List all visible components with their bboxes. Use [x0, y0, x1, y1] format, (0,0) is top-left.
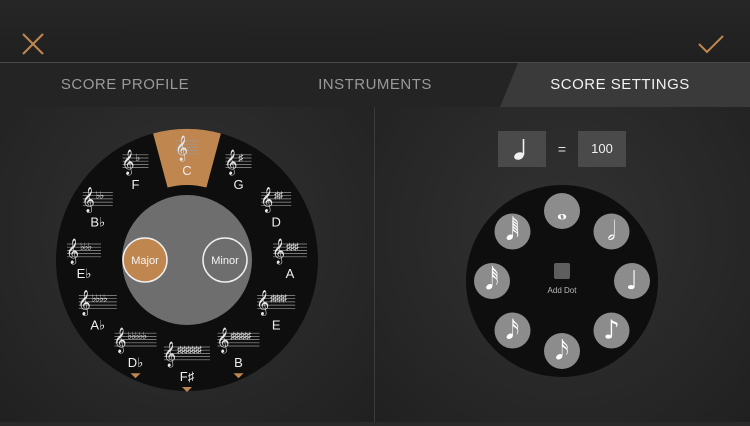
note-option[interactable]: 𝅝	[544, 193, 580, 229]
sixty-fourth-note-icon: 𝅘𝅥𝅱	[506, 216, 520, 247]
treble-clef-icon: 𝄞	[114, 327, 127, 353]
accidentals: ♭♭♭♭♭	[128, 331, 147, 342]
whole-note-icon: 𝅝	[557, 196, 567, 226]
major-label: Major	[131, 255, 159, 267]
sixteenth-note-icon: 𝅘𝅥𝅯	[555, 336, 569, 366]
key-label: B♭	[90, 215, 105, 230]
key-label: C	[182, 163, 191, 178]
key-label: D♭	[128, 355, 144, 370]
checkmark-icon[interactable]	[697, 33, 725, 55]
tab-bar: SCORE PROFILE INSTRUMENTS SCORE SETTINGS	[0, 62, 750, 108]
note-option[interactable]: 𝅘𝅥𝅯	[544, 333, 580, 369]
treble-clef-icon: 𝄞	[78, 290, 91, 316]
accidentals: ♯♯♯	[286, 242, 299, 253]
tab-score-profile[interactable]: SCORE PROFILE	[20, 63, 230, 107]
key-label: F	[132, 177, 140, 192]
add-dot-label: Add Dot	[548, 286, 578, 295]
accidentals: ♭♭	[96, 191, 104, 202]
key-label: A♭	[90, 318, 105, 333]
minor-label: Minor	[211, 255, 239, 267]
note-option[interactable]: 𝅗𝅥	[593, 213, 630, 250]
note-option[interactable]: 𝅘𝅥𝅱	[494, 213, 531, 250]
top-bar	[0, 0, 750, 62]
accidentals: ♯♯♯♯♯♯	[177, 345, 202, 356]
note-value-wheel: 𝅝 𝅗𝅥 ♩♪ 𝅘𝅥𝅯 𝅘𝅥𝅯 𝅘𝅥𝅰 𝅘𝅥𝅱 Add Dot	[466, 185, 658, 377]
treble-clef-icon: 𝄞	[175, 135, 188, 161]
quarter-note-icon: ♩	[626, 266, 638, 296]
accidentals: ♯♯	[274, 191, 283, 202]
sixteenth-note-icon: 𝅘𝅥𝅯	[506, 315, 520, 345]
treble-clef-icon: 𝄞	[256, 290, 269, 316]
tempo-panel: = 100 𝅝 𝅗𝅥 ♩ ♪ 𝅘𝅥𝅯 𝅘𝅥𝅯 𝅘𝅥𝅰 𝅘𝅥𝅱 Add Dot	[375, 107, 750, 422]
note-option[interactable]: 𝅘𝅥𝅰	[474, 263, 510, 299]
key-label: D	[272, 215, 281, 230]
key-label: A	[286, 266, 295, 281]
accidentals: ♯♯♯♯♯	[231, 331, 252, 342]
treble-clef-icon: 𝄞	[217, 327, 230, 353]
accidentals: ♭	[136, 153, 140, 164]
tab-score-settings[interactable]: SCORE SETTINGS	[520, 63, 720, 107]
accidentals: ♯♯♯♯	[270, 294, 287, 305]
eighth-note-icon: ♪	[603, 315, 620, 345]
treble-clef-icon: 𝄞	[163, 341, 176, 367]
key-label: E	[272, 318, 281, 333]
tab-instruments[interactable]: INSTRUMENTS	[270, 63, 480, 107]
treble-clef-icon: 𝄞	[260, 187, 273, 213]
add-dot-button[interactable]	[554, 263, 570, 279]
key-signature-wheel: 𝄞C 𝄞 ♯G𝄞 ♯♯D𝄞 ♯♯♯A𝄞 ♯♯♯♯E𝄞 ♯♯♯♯♯B𝄞 ♯♯♯♯♯♯F♯𝄞 ♭♭♭…	[56, 129, 318, 392]
accidentals: ♭♭♭	[80, 242, 91, 253]
key-label: F♯	[180, 369, 194, 384]
half-note-icon: 𝅗𝅥	[607, 217, 615, 247]
note-option[interactable]: ♩	[614, 263, 650, 299]
treble-clef-icon: 𝄞	[82, 187, 95, 213]
key-label: B	[234, 355, 243, 370]
key-label: E♭	[77, 266, 92, 281]
note-option[interactable]: ♪	[593, 312, 630, 349]
key-label: G	[233, 177, 243, 192]
note-option[interactable]: 𝅘𝅥𝅯	[494, 312, 531, 349]
treble-clef-icon: 𝄞	[122, 149, 135, 175]
treble-clef-icon: 𝄞	[225, 149, 238, 175]
thirty-second-note-icon: 𝅘𝅥𝅰	[485, 265, 498, 296]
close-icon[interactable]	[20, 31, 46, 57]
treble-clef-icon: 𝄞	[66, 238, 79, 264]
key-signature-panel: 𝄞 C 𝄞 ♯ G 𝄞 ♯♯ D 𝄞 ♯♯♯ A 𝄞 ♯♯♯♯ E 𝄞 ♯♯♯♯♯ B 𝄞 ♯♯♯♯♯♯ F♯ 𝄞 ♭♭♭…	[0, 107, 374, 422]
major-mode-button[interactable]: Major	[122, 237, 168, 283]
treble-clef-icon: 𝄞	[272, 238, 285, 264]
accidentals: ♭♭♭♭	[92, 294, 107, 305]
